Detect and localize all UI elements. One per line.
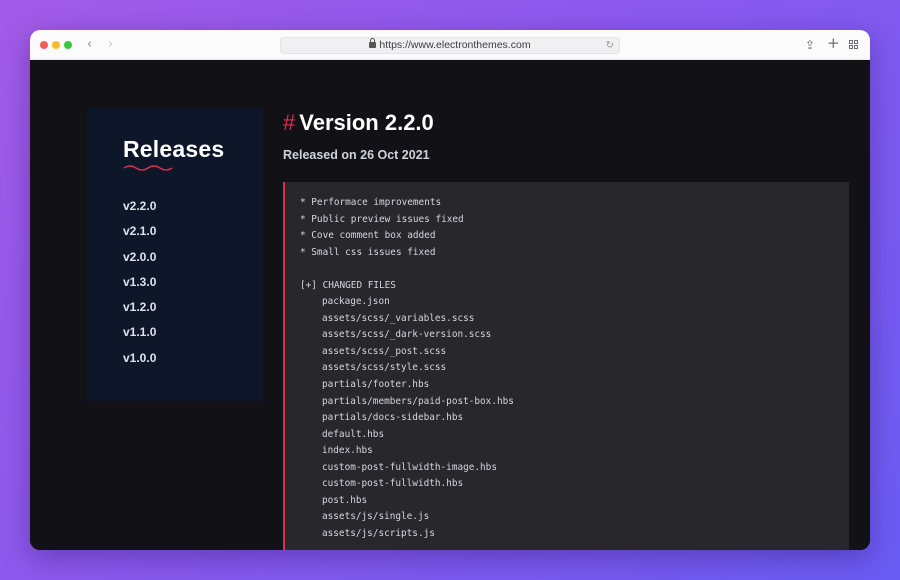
file-line: assets/js/single.js [322,511,430,523]
page-title: # Version 2.2.0 [283,108,853,138]
heading-anchor[interactable]: # [283,110,295,135]
release-link-v1-2-0[interactable]: v1.2.0 [123,299,156,324]
release-link-v2-1-0[interactable]: v2.1.0 [123,223,156,248]
release-link-v2-0-0[interactable]: v2.0.0 [123,249,156,274]
browser-titlebar: ‹ › https://www.electronthemes.com ↻ ⇪ + [30,30,870,60]
address-bar[interactable]: https://www.electronthemes.com ↻ [280,37,620,54]
changed-files-header: [+] CHANGED FILES [300,279,396,291]
browser-window: ‹ › https://www.electronthemes.com ↻ ⇪ +… [30,30,870,550]
release-main: # Version 2.2.0 Released on 26 Oct 2021 *… [283,108,853,550]
note-line: * Cove comment box added [300,230,436,242]
file-line: assets/scss/_variables.scss [322,312,475,324]
share-icon[interactable]: ⇪ [805,37,815,53]
address-url: https://www.electronthemes.com [379,39,531,51]
release-link-v1-3-0[interactable]: v1.3.0 [123,274,156,299]
file-line: partials/docs-sidebar.hbs [322,412,464,424]
forward-icon[interactable]: › [108,36,113,54]
version-title: Version 2.2.0 [299,110,434,135]
minimize-window-button[interactable] [52,41,60,49]
lock-icon [369,38,377,48]
note-line: * Performace improvements [300,197,442,208]
release-link-v1-0-0[interactable]: v1.0.0 [123,350,156,375]
maximize-window-button[interactable] [64,41,72,49]
file-line: assets/scss/_dark-version.scss [322,329,492,341]
note-line: * Public preview issues fixed [300,213,464,225]
release-link-v1-1-0[interactable]: v1.1.0 [123,324,156,349]
tab-overview-icon[interactable] [849,40,859,50]
reload-icon[interactable]: ↻ [606,38,614,53]
new-tab-icon[interactable]: + [827,35,840,51]
file-line: package.json [322,296,390,308]
note-line: * Small css issues fixed [300,246,436,258]
file-line: assets/js/scripts.js [322,527,435,539]
squiggle-underline [123,165,173,171]
file-line: partials/footer.hbs [322,379,430,391]
file-line: default.hbs [322,428,385,440]
sidebar-title: Releases [123,136,225,162]
release-date: Released on 26 Oct 2021 [283,148,430,162]
changelog-code-block: * Performace improvements * Public previ… [283,182,849,550]
file-line: assets/scss/style.scss [322,362,447,374]
file-line: custom-post-fullwidth-image.hbs [322,461,497,473]
file-line: custom-post-fullwidth.hbs [322,478,464,490]
releases-sidebar: Releases v2.2.0 v2.1.0 v2.0.0 v1.3.0 v1.… [87,108,263,401]
release-link-v2-2-0[interactable]: v2.2.0 [123,198,156,223]
file-line: assets/scss/_post.scss [322,345,447,357]
page-content: Releases v2.2.0 v2.1.0 v2.0.0 v1.3.0 v1.… [30,60,870,550]
file-line: partials/members/paid-post-box.hbs [322,395,514,407]
file-line: index.hbs [322,445,373,457]
release-list: v2.2.0 v2.1.0 v2.0.0 v1.3.0 v1.2.0 v1.1.… [123,198,156,375]
close-window-button[interactable] [40,41,48,49]
back-icon[interactable]: ‹ [87,36,92,54]
file-line: post.hbs [322,494,368,506]
